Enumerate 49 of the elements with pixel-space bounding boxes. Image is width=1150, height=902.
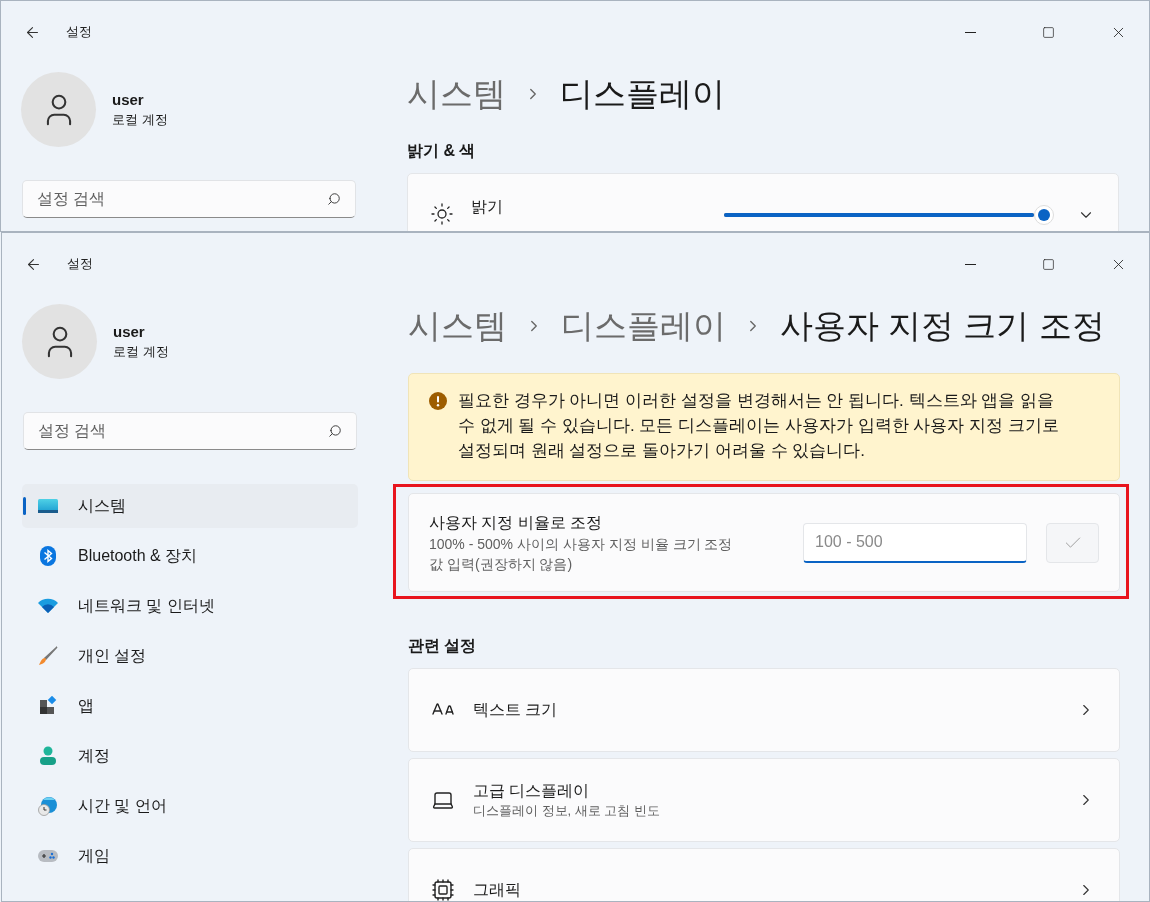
maximize-icon	[1041, 257, 1055, 271]
nav-item[interactable]: 개인 설정	[22, 634, 358, 678]
settings-link-card[interactable]: 텍스트 크기	[408, 668, 1120, 752]
scale-input[interactable]: 100 - 500	[803, 522, 1027, 563]
nav-item[interactable]: 시스템	[22, 484, 358, 528]
nav-item[interactable]: Bluetooth & 장치	[22, 534, 358, 578]
slider-thumb[interactable]	[1034, 205, 1054, 225]
person-icon	[38, 746, 58, 766]
section-heading: 밝기 & 색	[407, 141, 477, 161]
bluetooth-icon	[38, 546, 58, 566]
maximize-icon	[1041, 25, 1055, 39]
setting-label: 사용자 지정 비율로 조정	[429, 512, 604, 533]
nav-item[interactable]: 게임	[22, 834, 358, 878]
breadcrumb-item: 사용자 지정 크기 조정	[780, 306, 1105, 346]
monitor-icon	[38, 496, 58, 516]
account-type: 로컬 계정	[112, 110, 168, 129]
sun-icon	[430, 202, 454, 226]
search-field[interactable]: 설정 검색	[22, 180, 356, 218]
window-title: 설정	[66, 23, 92, 42]
search-field[interactable]: 설정 검색	[23, 412, 357, 450]
wifi-icon	[38, 596, 58, 616]
breadcrumb-item[interactable]: 시스템	[407, 72, 506, 116]
section-heading: 관련 설정	[408, 636, 478, 656]
brush-icon	[38, 646, 58, 666]
breadcrumb-item[interactable]: 시스템	[408, 304, 507, 348]
nav-item[interactable]: 계정	[22, 734, 358, 778]
user-name: user	[112, 89, 145, 110]
minimize-icon	[964, 31, 976, 33]
nav-item[interactable]: 앱	[22, 684, 358, 728]
search-icon	[328, 424, 342, 438]
apps-icon	[38, 696, 58, 716]
user-name: user	[113, 321, 146, 342]
breadcrumb-item: 디스플레이	[560, 74, 725, 114]
setting-label: 밝기	[471, 197, 503, 217]
window-title: 설정	[67, 255, 93, 274]
warning-icon	[429, 392, 447, 410]
globe-clock-icon	[38, 796, 58, 816]
setting-description: 100% - 500% 사이의 사용자 지정 비율 크기 조정 값 입력(권장하지 않음)	[429, 534, 734, 574]
settings-link-card[interactable]: 고급 디스플레이 디스플레이 정보, 새로 고침 빈도	[408, 758, 1120, 842]
nav-item[interactable]: 시간 및 언어	[22, 784, 358, 828]
graphics-card-icon	[431, 878, 455, 901]
warning-text: 필요한 경우가 아니면 이러한 설정을 변경해서는 안 됩니다. 텍스트와 앱을 읽을 수 없게 될 수 있습니다. 모든 디스플레이는 사용자가 입력한 사용자 지정 크기로 설정되며 원래 설정으로 돌아가기 어려울 수 있습니다.	[458, 390, 1060, 462]
selection-indicator	[23, 497, 26, 515]
search-icon	[327, 192, 341, 206]
minimize-icon	[964, 263, 976, 265]
nav-item[interactable]: 네트워크 및 인터넷	[22, 584, 358, 628]
account-type: 로컬 계정	[113, 342, 169, 361]
settings-link-card[interactable]: 그래픽	[408, 848, 1120, 901]
breadcrumb-item[interactable]: 디스플레이	[561, 304, 726, 348]
